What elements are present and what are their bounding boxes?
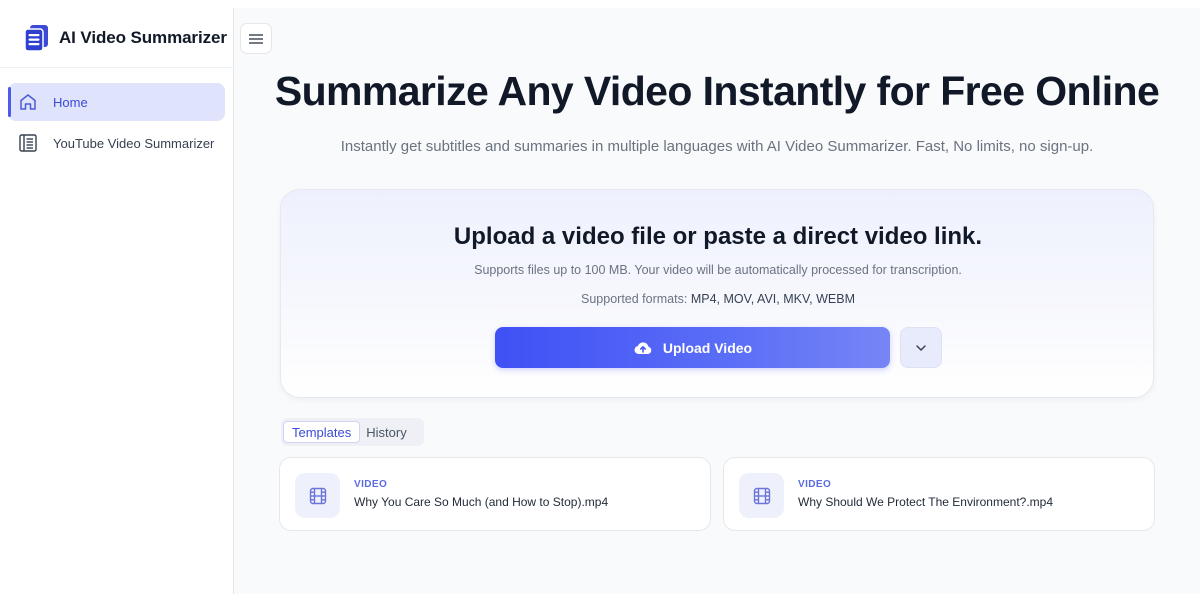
cloud-upload-icon (633, 338, 653, 358)
brand[interactable]: AI Video Summarizer (0, 8, 233, 68)
main-content: Summarize Any Video Instantly for Free O… (234, 8, 1200, 594)
sidebar-item-label: YouTube Video Summarizer (53, 135, 215, 151)
sidebar-item-youtube-summarizer[interactable]: YouTube Video Summarizer (8, 124, 225, 162)
page-subtitle: Instantly get subtitles and summaries in… (340, 138, 1094, 155)
video-file-icon (295, 473, 340, 518)
template-list: VIDEO Why You Care So Much (and How to S… (279, 457, 1156, 531)
upload-video-label: Upload Video (662, 339, 753, 356)
chevron-down-icon (916, 344, 926, 351)
upload-title: Upload a video file or paste a direct vi… (453, 223, 983, 250)
top-strip (0, 0, 1200, 8)
upload-options-dropdown[interactable] (900, 327, 942, 368)
supported-formats: Supported formats: MP4, MOV, AVI, MKV, W… (281, 292, 1155, 306)
sidebar-item-home[interactable]: Home (8, 83, 225, 121)
formats-label: Supported formats: (581, 292, 688, 306)
home-icon (18, 92, 38, 112)
formats-value: MP4, MOV, AVI, MKV, WEBM (690, 292, 855, 306)
upload-note: Supports files up to 100 MB. Your video … (474, 263, 962, 277)
template-kind: VIDEO (354, 479, 388, 490)
document-icon (18, 133, 38, 153)
tab-templates[interactable]: Templates (283, 421, 361, 443)
hamburger-icon (249, 33, 263, 44)
template-kind: VIDEO (798, 479, 832, 490)
sidebar: AI Video Summarizer Home YouTube Video S… (0, 8, 234, 594)
template-card[interactable]: VIDEO Why Should We Protect The Environm… (723, 457, 1155, 531)
brand-name: AI Video Summarizer (59, 27, 227, 47)
sidebar-item-label: Home (53, 94, 88, 110)
upload-card: Upload a video file or paste a direct vi… (280, 189, 1154, 398)
tab-history[interactable]: History (360, 421, 421, 443)
logo-icon (24, 24, 48, 52)
template-card[interactable]: VIDEO Why You Care So Much (and How to S… (279, 457, 711, 531)
menu-toggle-button[interactable] (240, 23, 272, 54)
page-title: Summarize Any Video Instantly for Free O… (274, 68, 1160, 114)
bottom-strip (0, 594, 1200, 602)
template-name: Why You Care So Much (and How to Stop).m… (354, 495, 609, 509)
sidebar-nav: Home YouTube Video Summarizer (0, 68, 233, 162)
video-file-icon (739, 473, 784, 518)
upload-video-button[interactable]: Upload Video (495, 327, 890, 368)
tabs: Templates History (281, 418, 424, 446)
template-name: Why Should We Protect The Environment?.m… (798, 495, 1054, 509)
